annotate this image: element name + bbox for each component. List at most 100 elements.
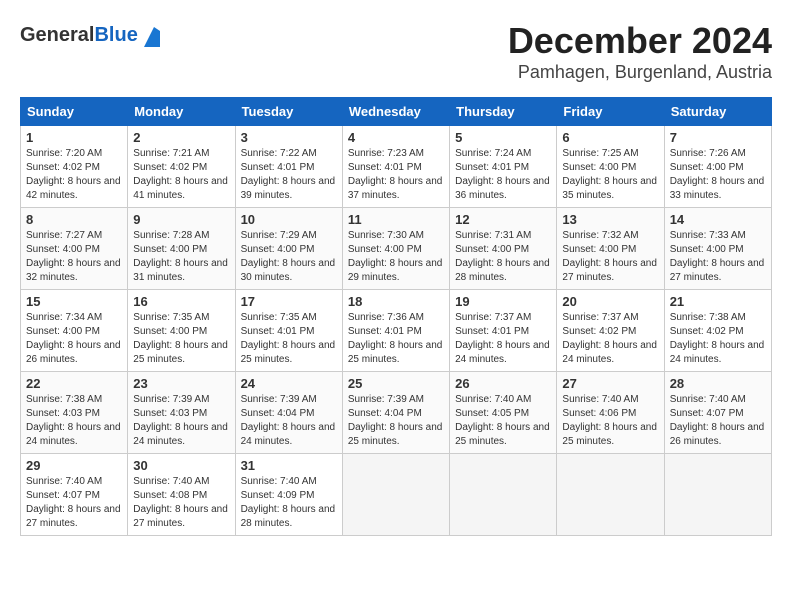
calendar-cell: 7Sunrise: 7:26 AMSunset: 4:00 PMDaylight… xyxy=(664,126,771,208)
day-number: 22 xyxy=(26,376,122,391)
day-info: Sunrise: 7:36 AMSunset: 4:01 PMDaylight:… xyxy=(348,311,444,367)
day-number: 2 xyxy=(133,130,229,145)
page-header: GeneralBlue December 2024 Pamhagen, Burg… xyxy=(20,20,772,87)
day-info: Sunrise: 7:23 AMSunset: 4:01 PMDaylight:… xyxy=(348,147,444,203)
day-number: 10 xyxy=(241,212,337,227)
day-number: 3 xyxy=(241,130,337,145)
calendar-cell: 9 Sunrise: 7:28 AMSunset: 4:00 PMDaylight… xyxy=(128,208,235,290)
day-number: 24 xyxy=(241,376,337,391)
logo-icon xyxy=(144,27,160,52)
day-info: Sunrise: 7:37 AMSunset: 4:01 PMDaylight:… xyxy=(455,311,551,367)
col-sunday: Sunday xyxy=(21,98,128,126)
calendar-cell: 15 Sunrise: 7:34 AMSunset: 4:00 PMDayligh… xyxy=(21,290,128,372)
calendar-cell xyxy=(664,454,771,536)
day-number: 7 xyxy=(670,130,766,145)
day-number: 29 xyxy=(26,458,122,473)
day-number: 31 xyxy=(241,458,337,473)
calendar-cell: 4Sunrise: 7:23 AMSunset: 4:01 PMDaylight… xyxy=(342,126,449,208)
day-info: Sunrise: 7:38 AMSunset: 4:02 PMDaylight:… xyxy=(670,311,766,367)
day-info: Sunrise: 7:38 AMSunset: 4:03 PMDaylight:… xyxy=(26,393,122,449)
location-subtitle: Pamhagen, Burgenland, Austria xyxy=(20,62,772,83)
calendar-cell: 23 Sunrise: 7:39 AMSunset: 4:03 PMDayligh… xyxy=(128,372,235,454)
day-number: 8 xyxy=(26,212,122,227)
calendar-cell: 11 Sunrise: 7:30 AMSunset: 4:00 PMDayligh… xyxy=(342,208,449,290)
day-info: Sunrise: 7:25 AMSunset: 4:00 PMDaylight:… xyxy=(562,147,658,203)
calendar-cell: 2 Sunrise: 7:21 AMSunset: 4:02 PMDaylight… xyxy=(128,126,235,208)
day-number: 17 xyxy=(241,294,337,309)
day-info: Sunrise: 7:30 AMSunset: 4:00 PMDaylight:… xyxy=(348,229,444,285)
logo-blue: Blue xyxy=(94,24,137,46)
calendar-cell: 24 Sunrise: 7:39 AMSunset: 4:04 PMDayligh… xyxy=(235,372,342,454)
calendar-cell: 13Sunrise: 7:32 AMSunset: 4:00 PMDayligh… xyxy=(557,208,664,290)
calendar-cell: 30Sunrise: 7:40 AMSunset: 4:08 PMDayligh… xyxy=(128,454,235,536)
col-thursday: Thursday xyxy=(450,98,557,126)
calendar-row: 1Sunrise: 7:20 AMSunset: 4:02 PMDaylight… xyxy=(21,126,772,208)
col-wednesday: Wednesday xyxy=(342,98,449,126)
day-info: Sunrise: 7:31 AMSunset: 4:00 PMDaylight:… xyxy=(455,229,551,285)
day-info: Sunrise: 7:20 AMSunset: 4:02 PMDaylight:… xyxy=(26,147,122,203)
day-info: Sunrise: 7:40 AMSunset: 4:09 PMDaylight:… xyxy=(241,475,337,531)
calendar-cell: 12 Sunrise: 7:31 AMSunset: 4:00 PMDayligh… xyxy=(450,208,557,290)
day-number: 19 xyxy=(455,294,551,309)
calendar-cell: 25 Sunrise: 7:39 AMSunset: 4:04 PMDayligh… xyxy=(342,372,449,454)
calendar-cell: 27Sunrise: 7:40 AMSunset: 4:06 PMDayligh… xyxy=(557,372,664,454)
day-number: 14 xyxy=(670,212,766,227)
col-monday: Monday xyxy=(128,98,235,126)
calendar-cell: 6Sunrise: 7:25 AMSunset: 4:00 PMDaylight… xyxy=(557,126,664,208)
calendar-cell: 5Sunrise: 7:24 AMSunset: 4:01 PMDaylight… xyxy=(450,126,557,208)
day-number: 11 xyxy=(348,212,444,227)
calendar-cell: 18Sunrise: 7:36 AMSunset: 4:01 PMDayligh… xyxy=(342,290,449,372)
calendar-cell: 16 Sunrise: 7:35 AMSunset: 4:00 PMDayligh… xyxy=(128,290,235,372)
calendar-cell xyxy=(342,454,449,536)
day-info: Sunrise: 7:39 AMSunset: 4:03 PMDaylight:… xyxy=(133,393,229,449)
calendar-cell: 17Sunrise: 7:35 AMSunset: 4:01 PMDayligh… xyxy=(235,290,342,372)
day-number: 23 xyxy=(133,376,229,391)
day-info: Sunrise: 7:39 AMSunset: 4:04 PMDaylight:… xyxy=(241,393,337,449)
day-number: 5 xyxy=(455,130,551,145)
day-info: Sunrise: 7:40 AMSunset: 4:06 PMDaylight:… xyxy=(562,393,658,449)
calendar-cell: 14 Sunrise: 7:33 AMSunset: 4:00 PMDayligh… xyxy=(664,208,771,290)
day-info: Sunrise: 7:37 AMSunset: 4:02 PMDaylight:… xyxy=(562,311,658,367)
calendar-row: 15 Sunrise: 7:34 AMSunset: 4:00 PMDayligh… xyxy=(21,290,772,372)
day-info: Sunrise: 7:27 AMSunset: 4:00 PMDaylight:… xyxy=(26,229,122,285)
calendar-cell: 19 Sunrise: 7:37 AMSunset: 4:01 PMDayligh… xyxy=(450,290,557,372)
calendar-row: 29 Sunrise: 7:40 AMSunset: 4:07 PMDayligh… xyxy=(21,454,772,536)
calendar-cell: 31 Sunrise: 7:40 AMSunset: 4:09 PMDayligh… xyxy=(235,454,342,536)
day-info: Sunrise: 7:40 AMSunset: 4:05 PMDaylight:… xyxy=(455,393,551,449)
day-info: Sunrise: 7:21 AMSunset: 4:02 PMDaylight:… xyxy=(133,147,229,203)
calendar-cell: 28Sunrise: 7:40 AMSunset: 4:07 PMDayligh… xyxy=(664,372,771,454)
day-number: 28 xyxy=(670,376,766,391)
calendar-cell: 8 Sunrise: 7:27 AMSunset: 4:00 PMDaylight… xyxy=(21,208,128,290)
day-info: Sunrise: 7:39 AMSunset: 4:04 PMDaylight:… xyxy=(348,393,444,449)
day-info: Sunrise: 7:29 AMSunset: 4:00 PMDaylight:… xyxy=(241,229,337,285)
day-number: 15 xyxy=(26,294,122,309)
col-tuesday: Tuesday xyxy=(235,98,342,126)
calendar-cell: 22 Sunrise: 7:38 AMSunset: 4:03 PMDayligh… xyxy=(21,372,128,454)
col-saturday: Saturday xyxy=(664,98,771,126)
day-number: 26 xyxy=(455,376,551,391)
day-number: 13 xyxy=(562,212,658,227)
calendar-cell: 10 Sunrise: 7:29 AMSunset: 4:00 PMDayligh… xyxy=(235,208,342,290)
calendar-cell: 3Sunrise: 7:22 AMSunset: 4:01 PMDaylight… xyxy=(235,126,342,208)
calendar-row: 8 Sunrise: 7:27 AMSunset: 4:00 PMDaylight… xyxy=(21,208,772,290)
day-number: 12 xyxy=(455,212,551,227)
calendar-cell xyxy=(450,454,557,536)
calendar-row: 22 Sunrise: 7:38 AMSunset: 4:03 PMDayligh… xyxy=(21,372,772,454)
day-number: 25 xyxy=(348,376,444,391)
calendar-table: Sunday Monday Tuesday Wednesday Thursday… xyxy=(20,97,772,536)
day-info: Sunrise: 7:35 AMSunset: 4:00 PMDaylight:… xyxy=(133,311,229,367)
calendar-cell xyxy=(557,454,664,536)
day-info: Sunrise: 7:40 AMSunset: 4:08 PMDaylight:… xyxy=(133,475,229,531)
day-number: 20 xyxy=(562,294,658,309)
calendar-cell: 29 Sunrise: 7:40 AMSunset: 4:07 PMDayligh… xyxy=(21,454,128,536)
day-info: Sunrise: 7:40 AMSunset: 4:07 PMDaylight:… xyxy=(26,475,122,531)
day-number: 16 xyxy=(133,294,229,309)
day-info: Sunrise: 7:34 AMSunset: 4:00 PMDaylight:… xyxy=(26,311,122,367)
day-info: Sunrise: 7:33 AMSunset: 4:00 PMDaylight:… xyxy=(670,229,766,285)
header-row: Sunday Monday Tuesday Wednesday Thursday… xyxy=(21,98,772,126)
logo-general: General xyxy=(20,24,94,46)
calendar-cell: 1Sunrise: 7:20 AMSunset: 4:02 PMDaylight… xyxy=(21,126,128,208)
day-number: 9 xyxy=(133,212,229,227)
logo: GeneralBlue xyxy=(20,24,160,52)
day-info: Sunrise: 7:28 AMSunset: 4:00 PMDaylight:… xyxy=(133,229,229,285)
